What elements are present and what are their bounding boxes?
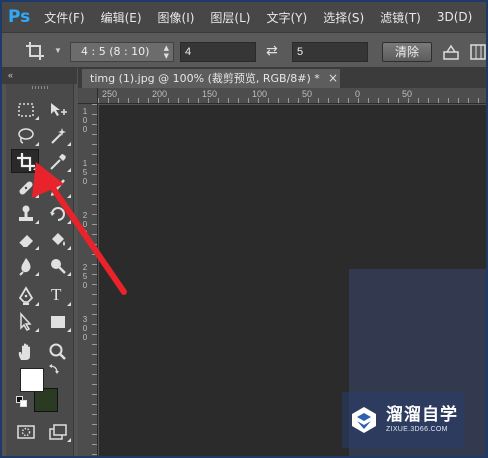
menu-edit[interactable]: 编辑(E) (101, 9, 142, 26)
ruler-label: 50 (402, 89, 413, 99)
overlay-options-icon[interactable] (470, 43, 486, 61)
path-selection-tool[interactable] (12, 310, 40, 334)
history-brush-tool[interactable] (44, 202, 72, 226)
lasso-tool[interactable] (12, 124, 40, 148)
close-tab-icon[interactable]: × (328, 69, 338, 88)
menu-type[interactable]: 文字(Y) (266, 9, 307, 26)
paint-bucket-tool[interactable] (44, 228, 72, 252)
rectangle-tool[interactable] (44, 310, 72, 334)
menu-file[interactable]: 文件(F) (44, 9, 84, 26)
width-field[interactable]: 4 (180, 42, 256, 62)
ruler-label: 0 (82, 333, 88, 342)
ruler-label: 5 (82, 168, 88, 177)
ruler-label: 0 (82, 125, 88, 134)
vertical-ruler-ticks (92, 104, 97, 456)
ruler-label: 2 (82, 211, 88, 220)
ruler-label: 5 (82, 272, 88, 281)
menu-image[interactable]: 图像(I) (158, 9, 195, 26)
ruler-label: 1 (82, 107, 88, 116)
clear-button[interactable]: 清除 (382, 42, 432, 62)
menu-3d[interactable]: 3D(D) (437, 10, 472, 24)
marquee-tool[interactable] (12, 98, 40, 122)
menu-filter[interactable]: 滤镜(T) (380, 9, 421, 26)
photoshop-window: Ps 文件(F) 编辑(E) 图像(I) 图层(L) 文字(Y) 选择(S) 滤… (2, 2, 486, 456)
document-tab[interactable]: timg (1).jpg @ 100% (裁剪预览, RGB/8#) * × (82, 69, 340, 88)
screen-mode-icon[interactable] (44, 420, 72, 444)
eraser-tool[interactable] (12, 228, 40, 252)
ratio-select[interactable]: 4 : 5 (8 : 10) ▲ ▼ (70, 42, 174, 62)
select-arrows-icon: ▲ ▼ (163, 44, 169, 60)
ruler-label: 150 (202, 89, 218, 99)
ruler-label: 0 (82, 229, 88, 238)
eyedropper-tool[interactable] (44, 150, 72, 174)
blur-tool[interactable] (12, 254, 40, 278)
toolbox: T (6, 84, 74, 456)
document-tab-bar: timg (1).jpg @ 100% (裁剪预览, RGB/8#) * × (78, 68, 486, 88)
zoom-tool[interactable] (44, 340, 72, 364)
ruler-origin[interactable] (78, 88, 98, 104)
move-tool[interactable] (44, 98, 72, 122)
toolbox-grip[interactable] (32, 86, 50, 89)
healing-brush-tool[interactable] (12, 176, 40, 200)
swap-colors-icon[interactable] (48, 364, 62, 376)
brush-tool[interactable] (44, 176, 72, 200)
type-tool[interactable]: T (44, 284, 72, 308)
ruler-label: 0 (82, 281, 88, 290)
ruler-label: 1 (82, 159, 88, 168)
watermark-url: ZIXUE.3D66.COM (386, 426, 448, 433)
crop-tool[interactable] (11, 149, 39, 173)
height-field[interactable]: 5 (292, 42, 368, 62)
watermark-title: 溜溜自学 (386, 405, 458, 425)
vertical-ruler[interactable]: 1 0 0 1 5 0 2 0 0 2 5 0 3 0 0 (78, 104, 98, 456)
clone-stamp-tool[interactable] (12, 202, 40, 226)
ruler-label: 0 (82, 220, 88, 229)
type-tool-glyph: T (51, 285, 62, 304)
watermark-logo-icon (352, 407, 376, 433)
ratio-select-value: 4 : 5 (8 : 10) (81, 45, 150, 58)
menu-bar: Ps 文件(F) 编辑(E) 图像(I) 图层(L) 文字(Y) 选择(S) 滤… (2, 2, 486, 32)
ruler-label: 0 (82, 324, 88, 333)
ps-logo: Ps (8, 7, 31, 27)
ruler-label: 0 (355, 89, 361, 99)
ruler-label: 100 (252, 89, 268, 99)
hand-tool[interactable] (12, 340, 40, 364)
magic-wand-tool[interactable] (44, 124, 72, 148)
ruler-label: 3 (82, 315, 88, 324)
ruler-label: 250 (102, 89, 118, 99)
menu-layer[interactable]: 图层(L) (210, 9, 250, 26)
quick-mask-icon[interactable] (12, 420, 40, 444)
straighten-icon[interactable] (442, 43, 460, 61)
horizontal-ruler[interactable]: 250 200 150 100 50 0 50 (98, 88, 486, 104)
pen-tool[interactable] (12, 284, 40, 308)
document-tab-title: timg (1).jpg @ 100% (裁剪预览, RGB/8#) * (90, 72, 320, 85)
watermark: 溜溜自学 ZIXUE.3D66.COM (342, 392, 464, 448)
tool-preset-caret-icon[interactable]: ▼ (54, 46, 62, 55)
options-bar: ▼ 4 : 5 (8 : 10) ▲ ▼ 4 ⇄ 5 清除 (2, 32, 486, 68)
ruler-label: 50 (302, 89, 313, 99)
dodge-tool[interactable] (44, 254, 72, 278)
crop-tool-preset-icon[interactable] (24, 41, 46, 61)
ruler-label: 0 (82, 116, 88, 125)
ruler-label: 2 (82, 263, 88, 272)
default-colors-icon[interactable] (16, 396, 30, 410)
ruler-label: 200 (152, 89, 168, 99)
menu-select[interactable]: 选择(S) (323, 9, 364, 26)
toolbox-collapse[interactable]: « (2, 68, 77, 84)
ruler-label: 0 (82, 177, 88, 186)
foreground-color-swatch[interactable] (20, 368, 44, 392)
swap-dimensions-icon[interactable]: ⇄ (266, 42, 278, 59)
